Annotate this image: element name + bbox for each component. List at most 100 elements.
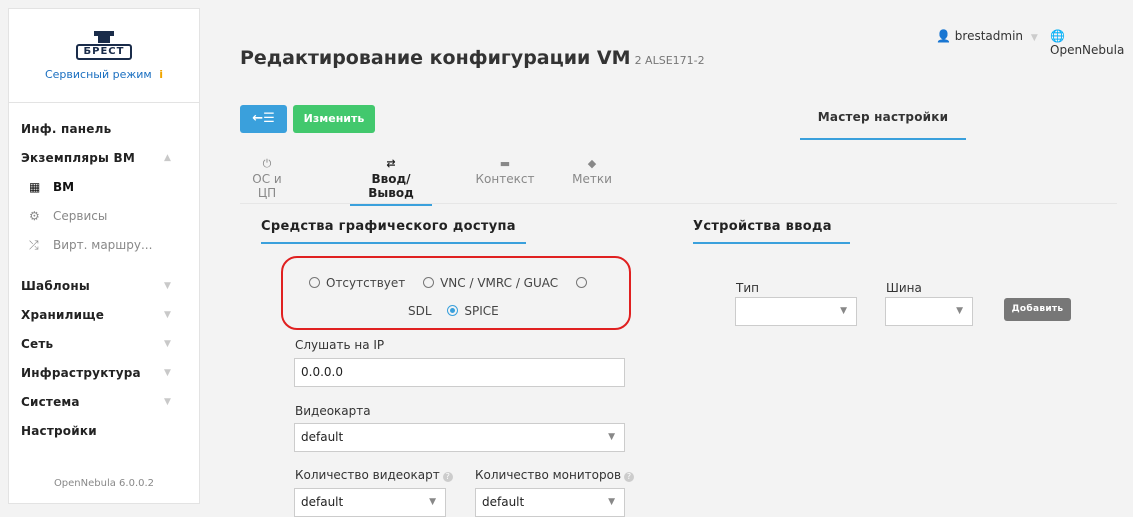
video-card-select[interactable]: default ▼: [294, 423, 625, 452]
brand-area: БРЕСТ Сервисный режим i: [9, 9, 199, 103]
sidebar-item-storage[interactable]: Хранилище ▼: [9, 301, 199, 330]
config-tabs: ⏻ ОС и ЦП ⇄ Ввод/Вывод ▬ Контекст ◆ Метк…: [240, 157, 1117, 206]
tab-context[interactable]: ▬ Контекст: [473, 158, 537, 187]
chevron-down-icon: ▼: [164, 339, 172, 349]
radio-label-sdl: SDL: [408, 304, 432, 318]
version-label: OpenNebula 6.0.0.2: [53, 478, 155, 489]
radio-none[interactable]: [309, 277, 320, 288]
tab-io[interactable]: ⇄ Ввод/Вывод: [350, 158, 432, 206]
user-name: brestadmin: [954, 29, 1024, 43]
radio-sdl[interactable]: [575, 277, 587, 288]
sidebar-item-infrastructure[interactable]: Инфраструктура ▼: [9, 359, 199, 388]
tag-icon: ◆: [587, 157, 597, 170]
tab-label: ОС и ЦП: [252, 172, 282, 200]
info-icon[interactable]: i: [159, 68, 163, 81]
page-subtitle: 2 ALSE171-2: [634, 54, 705, 67]
select-value: default: [301, 495, 344, 509]
sidebar-item-system[interactable]: Система ▼: [9, 388, 199, 417]
update-button[interactable]: Изменить: [293, 105, 375, 133]
grid-icon: ▦: [29, 180, 41, 194]
listen-ip-label: Слушать на IP: [295, 338, 385, 352]
chevron-down-icon: ▼: [164, 368, 172, 378]
graphics-none-option[interactable]: Отсутствует: [309, 276, 405, 290]
zone-menu[interactable]: 🌐 OpenNebula: [1050, 29, 1133, 57]
chevron-down-icon: ▼: [956, 306, 963, 316]
tab-label: Метки: [572, 172, 612, 186]
sidebar-item-label: Вирт. маршру...: [53, 238, 153, 252]
radio-spice[interactable]: [447, 305, 459, 316]
label-text: Количество видеокарт: [295, 468, 440, 482]
service-mode-label: Сервисный режим i: [45, 68, 163, 81]
tower-icon: [94, 30, 114, 43]
tab-label: Ввод/Вывод: [368, 172, 414, 200]
radio-label: VNC / VMRC / GUAC: [440, 276, 559, 290]
chevron-down-icon: ▼: [1030, 33, 1038, 43]
sidebar-menu: Инф. панель Экземпляры ВМ ▲ ▦ ВМ ⚙ Сервисы…: [9, 103, 199, 446]
page-title-text: Редактирование конфигурации VM: [240, 47, 631, 69]
listen-ip-input[interactable]: 0.0.0.0: [294, 358, 625, 387]
sidebar-item-label: Экземпляры ВМ: [21, 151, 135, 165]
input-type-label: Тип: [736, 281, 759, 295]
chevron-down-icon: ▼: [164, 281, 172, 291]
sidebar-item-dashboard[interactable]: Инф. панель: [9, 115, 199, 144]
graphics-spice-option[interactable]: SPICE: [447, 304, 499, 318]
back-to-list-button[interactable]: ←☰: [240, 105, 287, 133]
add-input-device-button[interactable]: Добавить: [1004, 298, 1071, 321]
sidebar: БРЕСТ Сервисный режим i Инф. панель Экзе…: [8, 8, 200, 504]
chevron-down-icon: ▼: [608, 432, 615, 442]
wizard-tab[interactable]: Мастер настройки: [800, 110, 966, 140]
radio-vnc[interactable]: [423, 277, 435, 288]
random-icon: ⤮: [29, 238, 39, 252]
input-type-select[interactable]: ▼: [735, 297, 857, 326]
user-icon: 👤: [936, 29, 951, 43]
sidebar-item-vrouters[interactable]: ⤮ Вирт. маршру...: [9, 231, 199, 260]
help-icon[interactable]: ?: [442, 472, 453, 482]
power-icon: ⏻: [262, 157, 272, 170]
radio-label: SPICE: [464, 304, 499, 318]
label-text: Количество мониторов: [475, 468, 622, 482]
sidebar-item-templates[interactable]: Шаблоны ▼: [9, 272, 199, 301]
graphics-type-highlight: Отсутствует VNC / VMRC / GUAC SDL SPICE: [281, 256, 631, 330]
chevron-down-icon: ▼: [608, 497, 615, 507]
globe-icon: 🌐: [1050, 29, 1065, 43]
select-value: default: [301, 430, 344, 444]
sidebar-item-settings[interactable]: Настройки: [9, 417, 199, 446]
sidebar-item-vm[interactable]: ▦ ВМ: [9, 173, 199, 202]
input-bus-select[interactable]: ▼: [885, 297, 973, 326]
service-mode-text: Сервисный режим: [44, 67, 152, 81]
tab-tags[interactable]: ◆ Метки: [570, 157, 614, 187]
tab-os-cpu[interactable]: ⏻ ОС и ЦП: [246, 157, 288, 201]
sidebar-item-services[interactable]: ⚙ Сервисы: [9, 202, 199, 231]
monitors-count-label: Количество мониторов?: [475, 468, 635, 482]
sidebar-item-label: Инфраструктура: [21, 366, 141, 380]
graphics-type-row-2: SDL SPICE: [408, 304, 499, 318]
graphics-type-row-1: Отсутствует VNC / VMRC / GUAC: [309, 276, 593, 290]
chevron-down-icon: ▼: [429, 497, 436, 507]
video-count-label: Количество видеокарт?: [295, 468, 453, 482]
sidebar-item-label: Сеть: [21, 337, 54, 351]
exchange-icon: ⇄: [386, 157, 396, 170]
tab-label: Контекст: [475, 172, 535, 186]
logo-text: БРЕСТ: [76, 43, 132, 60]
sidebar-item-network[interactable]: Сеть ▼: [9, 330, 199, 359]
video-card-label: Видеокарта: [295, 404, 371, 418]
sidebar-item-label: Система: [21, 395, 80, 409]
input-devices-section-title: Устройства ввода: [693, 219, 850, 244]
sidebar-item-label: Сервисы: [53, 209, 108, 223]
chevron-down-icon: ▼: [840, 306, 847, 316]
sidebar-item-vm-instances[interactable]: Экземпляры ВМ ▲: [9, 144, 199, 173]
select-value: default: [482, 495, 525, 509]
user-menu[interactable]: 👤 brestadmin ▼: [936, 29, 1038, 43]
graphics-sdl-radio-wrap[interactable]: [575, 276, 593, 290]
sidebar-item-label: Шаблоны: [21, 279, 90, 293]
brest-logo[interactable]: БРЕСТ: [76, 30, 132, 61]
input-bus-label: Шина: [886, 281, 922, 295]
help-icon[interactable]: ?: [624, 472, 635, 482]
radio-label: Отсутствует: [326, 276, 406, 290]
services-icon: ⚙: [29, 209, 40, 223]
chevron-up-icon: ▲: [164, 153, 172, 163]
sidebar-item-label: ВМ: [53, 180, 75, 194]
graphics-vnc-option[interactable]: VNC / VMRC / GUAC: [423, 276, 558, 290]
page-title: Редактирование конфигурации VM 2 ALSE171-…: [240, 47, 705, 69]
graphics-section-title: Средства графического доступа: [261, 219, 526, 244]
